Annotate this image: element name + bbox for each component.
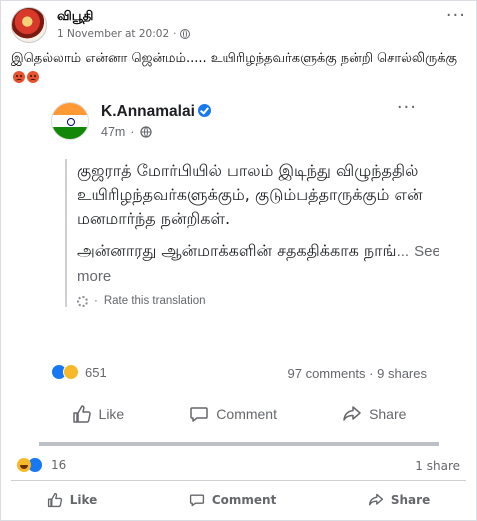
screenshot-time: 47m · (101, 125, 152, 139)
comment-icon (190, 407, 209, 422)
haha-reaction-icon (17, 458, 31, 472)
globe-icon (139, 126, 152, 138)
share-arrow-icon (343, 406, 361, 421)
thumbs-up-icon (72, 405, 91, 423)
screenshot-reactions: 651 (51, 364, 107, 380)
gear-icon (77, 295, 88, 307)
screenshot-paragraph-1: குஜராத் மோர்பியில் பாலம் இடிந்து விழுந்த… (77, 161, 423, 228)
screenshot-author-name: K.Annamalai (101, 103, 195, 120)
screenshot-comments: 97 comments (287, 366, 366, 381)
share-arrow-icon (368, 493, 383, 506)
post-header: விபூதி 1 November at 20:02 · ··· (11, 7, 466, 43)
like-button[interactable]: Like (47, 487, 98, 513)
comment-button[interactable]: Comment (189, 487, 276, 513)
more-options-button[interactable]: ··· (446, 7, 466, 25)
screenshot-counts: 97 comments · 9 shares (287, 366, 428, 381)
screenshot-time-text: 47m (101, 125, 126, 139)
post-timestamp[interactable]: 1 November at 20:02 (57, 28, 169, 40)
post-reaction-count: 16 (51, 458, 67, 472)
rate-translation: · Rate this translation (77, 295, 439, 307)
screenshot-comment-label: Comment (216, 406, 277, 422)
screenshot-shares: 9 shares (377, 366, 427, 381)
screenshot-paragraph-2: அன்னாரது ஆன்மாக்களின் சதகதிக்காக நாங்...… (77, 239, 439, 289)
screenshot-avatar (51, 102, 89, 140)
screenshot-bottom-edge (39, 442, 439, 446)
sad-reaction-icon (63, 364, 79, 380)
screenshot-body: குஜராத் மோர்பியில் பாலம் இடிந்து விழுந்த… (77, 159, 439, 289)
post-action-bar: Like Comment Share (1, 487, 476, 513)
verified-badge-icon (197, 104, 211, 117)
post-caption: இதெல்லாம் என்னா ஜென்மம்..... உயிரிழந்தவர… (11, 49, 466, 87)
screenshot-like-label: Like (98, 406, 125, 422)
screenshot-share: Share (342, 404, 406, 424)
screenshot-reaction-count: 651 (85, 364, 107, 380)
angry-face-icon (27, 71, 39, 83)
share-button[interactable]: Share (368, 487, 430, 513)
share-button-label: Share (390, 493, 431, 507)
comment-button-label: Comment (211, 493, 277, 507)
author-avatar[interactable] (11, 7, 47, 43)
screenshot-comment: Comment (189, 404, 277, 424)
screenshot-author: K.Annamalai (101, 103, 211, 121)
angry-face-icon (13, 71, 25, 83)
post-reactions[interactable]: 16 (17, 457, 66, 473)
comment-icon (189, 494, 204, 507)
screenshot-like: Like (72, 404, 125, 424)
post-meta: 1 November at 20:02 · (57, 28, 191, 40)
screenshot-more-icon: ··· (396, 97, 417, 118)
author-name[interactable]: விபூதி (57, 9, 93, 25)
screenshot-share-label: Share (369, 406, 407, 422)
caption-text: இதெல்லாம் என்னா ஜென்மம்..... உயிரிழந்தவர… (11, 51, 458, 66)
action-divider (11, 480, 466, 481)
shared-screenshot-image[interactable]: K.Annamalai 47m · ··· குஜராத் மோர்பியில்… (39, 89, 439, 446)
screenshot-action-bar: Like Comment Share (39, 404, 439, 424)
rate-translation-text: Rate this translation (103, 295, 206, 307)
globe-icon (180, 29, 191, 39)
post-card: விபூதி 1 November at 20:02 · ··· இதெல்லா… (0, 0, 477, 521)
screenshot-quote: குஜராத் மோர்பியில் பாலம் இடிந்து விழுந்த… (65, 159, 439, 307)
like-button-label: Like (69, 493, 98, 507)
post-share-count[interactable]: 1 share (415, 459, 460, 473)
thumbs-up-icon (47, 492, 62, 508)
screenshot-ellipsis: ... (396, 243, 410, 260)
screenshot-paragraph-2-text: அன்னாரது ஆன்மாக்களின் சதகதிக்காக நாங் (77, 241, 397, 260)
